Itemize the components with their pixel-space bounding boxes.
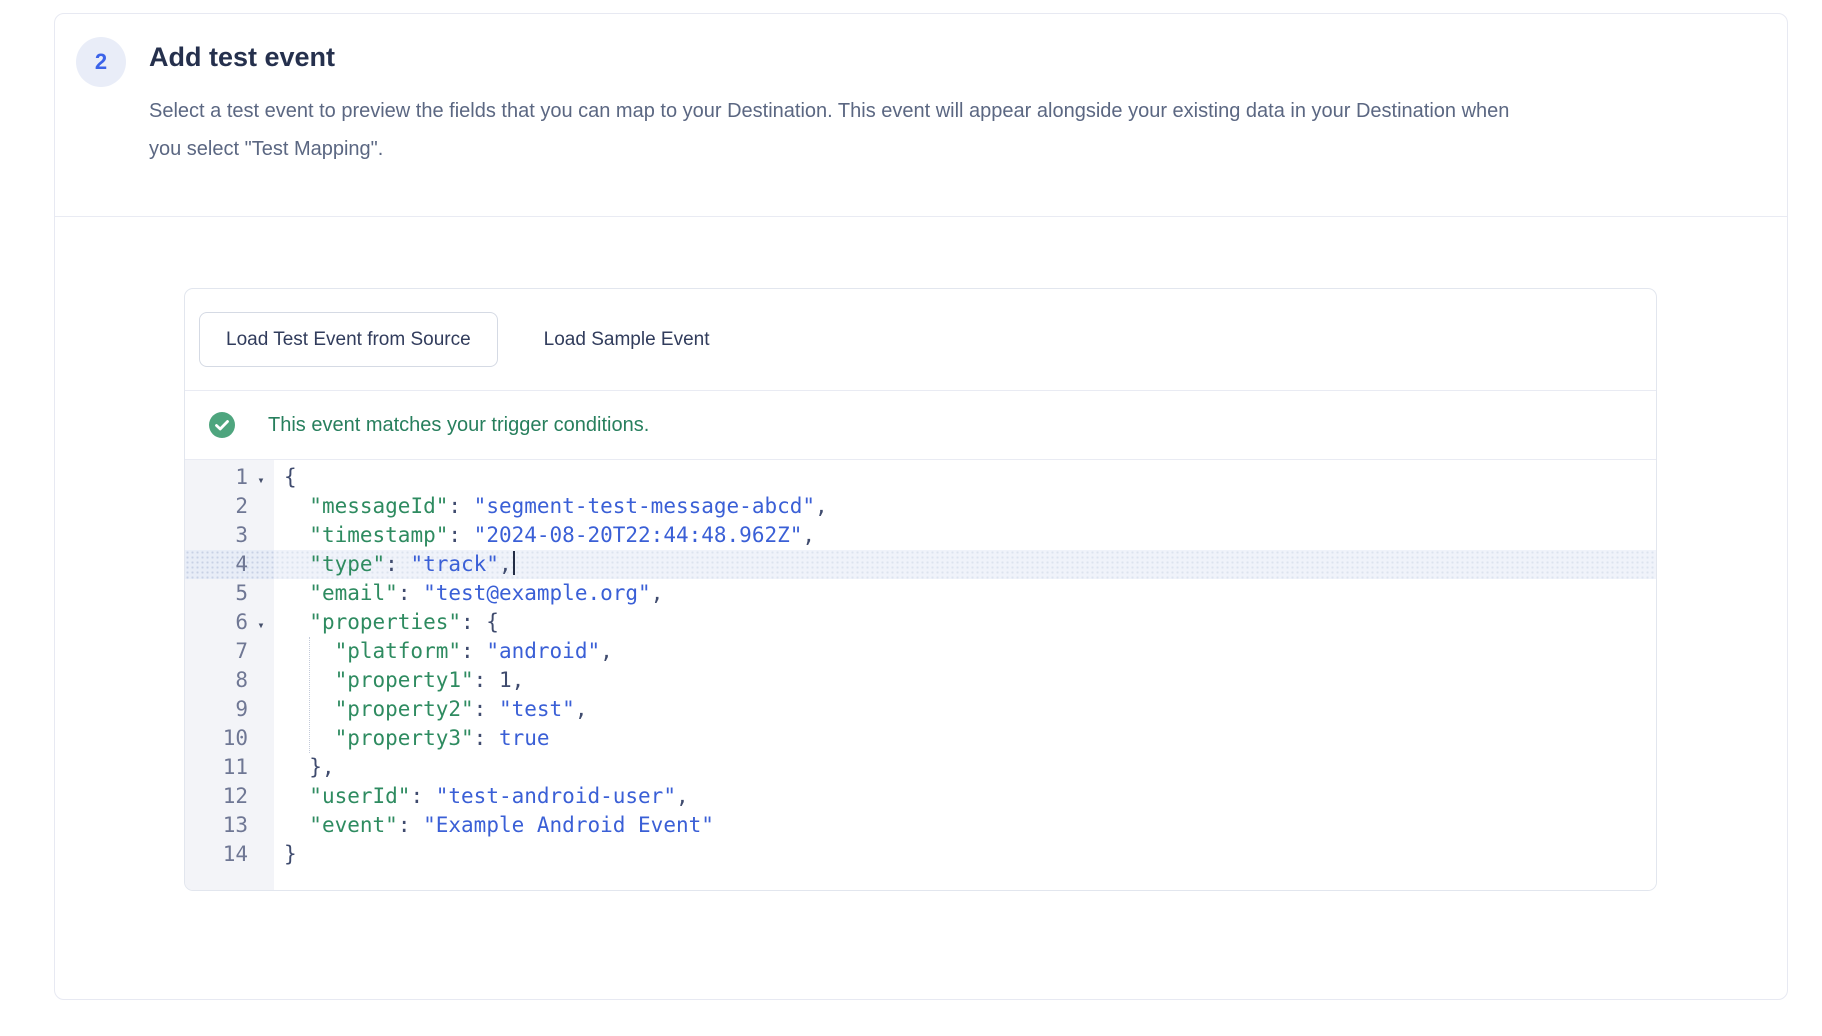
test-event-panel: Load Test Event from Source Load Sample … xyxy=(184,288,1657,891)
line-number: 2 xyxy=(185,492,248,521)
code-line[interactable]: 6▾ "properties": { xyxy=(185,608,1656,637)
code-line[interactable]: 14} xyxy=(185,840,1656,869)
line-number: 3 xyxy=(185,521,248,550)
step-card: 2 Add test event Select a test event to … xyxy=(54,13,1788,1000)
line-number: 5 xyxy=(185,579,248,608)
line-number: 11 xyxy=(185,753,248,782)
line-number: 10 xyxy=(185,724,248,753)
code-line[interactable]: 7 "platform": "android", xyxy=(185,637,1656,666)
code-line[interactable]: 11 }, xyxy=(185,753,1656,782)
line-gutter: 12 xyxy=(185,782,274,811)
code-line[interactable]: 9 "property2": "test", xyxy=(185,695,1656,724)
code-line[interactable]: 4 "type": "track", xyxy=(185,550,1656,579)
fold-toggle-icon[interactable]: ▾ xyxy=(248,466,274,495)
code-line-content[interactable]: "property3": true xyxy=(274,724,550,753)
fold-toggle-icon[interactable]: ▾ xyxy=(248,611,274,640)
code-line[interactable]: 8 "property1": 1, xyxy=(185,666,1656,695)
step-number: 2 xyxy=(95,49,107,75)
line-number: 1 xyxy=(185,463,248,492)
line-number: 14 xyxy=(185,840,248,869)
load-sample-event-button[interactable]: Load Sample Event xyxy=(520,312,734,367)
code-line-content[interactable]: } xyxy=(274,840,297,869)
code-line-content[interactable]: "type": "track", xyxy=(274,550,515,579)
code-line-content[interactable]: "platform": "android", xyxy=(274,637,613,666)
code-line[interactable]: 10 "property3": true xyxy=(185,724,1656,753)
line-gutter: 10 xyxy=(185,724,274,753)
line-number: 6 xyxy=(185,608,248,637)
code-line[interactable]: 13 "event": "Example Android Event" xyxy=(185,811,1656,840)
line-number: 13 xyxy=(185,811,248,840)
code-line-content[interactable]: "userId": "test-android-user", xyxy=(274,782,689,811)
line-number: 12 xyxy=(185,782,248,811)
load-test-event-button[interactable]: Load Test Event from Source xyxy=(199,312,498,367)
code-line[interactable]: 1▾{ xyxy=(185,463,1656,492)
event-source-toolbar: Load Test Event from Source Load Sample … xyxy=(185,289,1656,391)
line-gutter: 9 xyxy=(185,695,274,724)
code-line-content[interactable]: "property1": 1, xyxy=(274,666,524,695)
line-gutter: 11 xyxy=(185,753,274,782)
step-description: Select a test event to preview the field… xyxy=(149,92,1514,168)
code-editor[interactable]: 1▾{2 "messageId": "segment-test-message-… xyxy=(185,460,1656,890)
check-circle-icon xyxy=(209,412,235,438)
line-gutter: 3 xyxy=(185,521,274,550)
code-line-content[interactable]: "timestamp": "2024-08-20T22:44:48.962Z", xyxy=(274,521,815,550)
line-gutter: 13 xyxy=(185,811,274,840)
code-line-content[interactable]: "property2": "test", xyxy=(274,695,587,724)
text-cursor xyxy=(513,551,515,575)
line-gutter: 5 xyxy=(185,579,274,608)
code-line[interactable]: 5 "email": "test@example.org", xyxy=(185,579,1656,608)
code-line-content[interactable]: "event": "Example Android Event" xyxy=(274,811,714,840)
header-divider xyxy=(55,216,1787,217)
line-number: 9 xyxy=(185,695,248,724)
trigger-status-row: This event matches your trigger conditio… xyxy=(185,391,1656,460)
code-line-content[interactable]: "email": "test@example.org", xyxy=(274,579,663,608)
code-line-content[interactable]: { xyxy=(274,463,297,492)
code-line-content[interactable]: }, xyxy=(274,753,335,782)
line-gutter: 2 xyxy=(185,492,274,521)
trigger-status-message: This event matches your trigger conditio… xyxy=(268,414,649,437)
code-line-content[interactable]: "properties": { xyxy=(274,608,499,637)
line-number: 4 xyxy=(185,550,248,579)
code-line[interactable]: 12 "userId": "test-android-user", xyxy=(185,782,1656,811)
line-gutter: 8 xyxy=(185,666,274,695)
page: 2 Add test event Select a test event to … xyxy=(0,0,1822,1036)
line-gutter: 14 xyxy=(185,840,274,869)
line-gutter: 1▾ xyxy=(185,463,274,492)
line-gutter: 6▾ xyxy=(185,608,274,637)
line-number: 7 xyxy=(185,637,248,666)
step-number-badge: 2 xyxy=(76,37,126,87)
line-gutter: 7 xyxy=(185,637,274,666)
code-editor-lines: 1▾{2 "messageId": "segment-test-message-… xyxy=(185,463,1656,869)
line-number: 8 xyxy=(185,666,248,695)
line-gutter: 4 xyxy=(185,550,274,579)
page-title: Add test event xyxy=(149,42,335,73)
code-line-content[interactable]: "messageId": "segment-test-message-abcd"… xyxy=(274,492,828,521)
code-line[interactable]: 3 "timestamp": "2024-08-20T22:44:48.962Z… xyxy=(185,521,1656,550)
code-line[interactable]: 2 "messageId": "segment-test-message-abc… xyxy=(185,492,1656,521)
